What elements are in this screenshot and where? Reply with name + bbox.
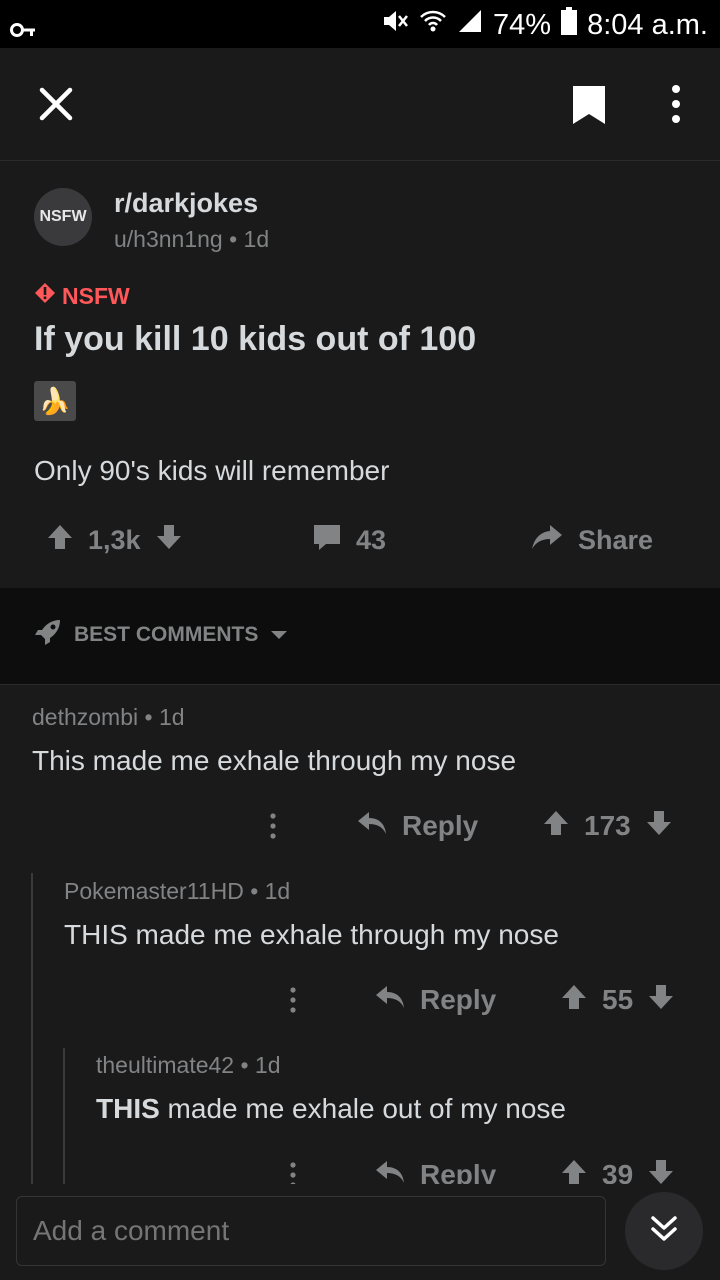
reply-icon bbox=[374, 1159, 406, 1185]
share-button[interactable]: Share bbox=[530, 515, 653, 565]
upvote-icon[interactable] bbox=[560, 983, 588, 1018]
comment: theultimate42 • 1d THIS made me exhale o… bbox=[96, 1052, 566, 1125]
share-label: Share bbox=[578, 524, 654, 555]
post-body: Only 90's kids will remember bbox=[34, 455, 390, 486]
close-icon[interactable] bbox=[36, 84, 76, 129]
subreddit-avatar[interactable]: NSFW bbox=[34, 188, 92, 246]
comment-composer-bar bbox=[0, 1184, 720, 1280]
rocket-icon bbox=[34, 618, 62, 652]
status-bar: 74% 8:04 a.m. bbox=[0, 0, 720, 48]
comment-body-rest: made me exhale out of my nose bbox=[159, 1093, 566, 1124]
downvote-icon[interactable] bbox=[645, 809, 673, 844]
more-options-icon[interactable] bbox=[666, 84, 686, 129]
comment-vote-count: 55 bbox=[602, 984, 634, 1015]
comment-actions: Reply 39 bbox=[0, 1150, 720, 1184]
post-actions: 1,3k 43 Share bbox=[0, 515, 720, 565]
warning-icon bbox=[34, 282, 56, 310]
comment-more-icon[interactable] bbox=[288, 1150, 298, 1184]
reply-icon bbox=[374, 984, 406, 1017]
comment-actions: Reply 173 bbox=[0, 801, 720, 851]
post-meta[interactable]: u/h3nn1ng • 1d bbox=[114, 226, 269, 253]
post-flair: 🍌 bbox=[34, 381, 76, 421]
comment-author[interactable]: dethzombi • 1d bbox=[32, 704, 516, 731]
comment-vote-count: 173 bbox=[584, 810, 631, 841]
mute-icon bbox=[381, 8, 409, 42]
double-chevron-down-icon bbox=[648, 1213, 680, 1250]
chevron-down-icon bbox=[270, 623, 288, 647]
comment: dethzombi • 1d This made me exhale throu… bbox=[32, 704, 516, 777]
nsfw-label: NSFW bbox=[62, 282, 130, 309]
battery-percent: 74% bbox=[493, 8, 552, 41]
share-icon bbox=[530, 523, 564, 558]
comment-icon bbox=[312, 523, 342, 558]
reply-button[interactable]: Reply bbox=[374, 1150, 496, 1184]
comment-actions: Reply 55 bbox=[0, 975, 720, 1025]
comment-sort-bar[interactable]: BEST COMMENTS bbox=[0, 588, 720, 685]
jump-down-button[interactable] bbox=[625, 1192, 703, 1270]
comment-body-emphasis: THIS bbox=[96, 1093, 160, 1124]
comments-button[interactable]: 43 bbox=[312, 515, 386, 565]
comment-vote-count: 39 bbox=[602, 1159, 634, 1184]
reply-label: Reply bbox=[420, 1159, 497, 1184]
upvote-icon[interactable] bbox=[46, 523, 74, 558]
sort-label: BEST COMMENTS bbox=[74, 623, 259, 646]
downvote-icon[interactable] bbox=[647, 983, 675, 1018]
vpn-key-icon bbox=[10, 14, 36, 47]
add-comment-input[interactable] bbox=[16, 1196, 606, 1266]
reply-button[interactable]: Reply bbox=[374, 975, 496, 1025]
comment-body: THIS made me exhale through my nose bbox=[64, 919, 559, 950]
clock: 8:04 a.m. bbox=[587, 8, 708, 41]
comment: Pokemaster11HD • 1d THIS made me exhale … bbox=[64, 878, 559, 951]
thread-line[interactable] bbox=[31, 873, 33, 1184]
wifi-icon bbox=[419, 8, 447, 42]
battery-icon bbox=[561, 7, 578, 43]
comment-body: THIS made me exhale out of my nose bbox=[96, 1093, 566, 1125]
reply-label: Reply bbox=[420, 984, 497, 1015]
downvote-icon[interactable] bbox=[155, 523, 183, 558]
upvote-icon[interactable] bbox=[542, 809, 570, 844]
downvote-icon[interactable] bbox=[647, 1158, 675, 1185]
post-title: If you kill 10 kids out of 100 bbox=[34, 320, 477, 358]
comment-more-icon[interactable] bbox=[268, 801, 278, 851]
post-vote-count: 1,3k bbox=[88, 524, 141, 555]
comment-body: This made me exhale through my nose bbox=[32, 745, 517, 776]
signal-icon bbox=[457, 8, 483, 42]
comment-author[interactable]: Pokemaster11HD • 1d bbox=[64, 878, 559, 905]
upvote-icon[interactable] bbox=[560, 1158, 588, 1185]
nsfw-tag: NSFW bbox=[34, 282, 130, 310]
subreddit-name[interactable]: r/darkjokes bbox=[114, 188, 258, 219]
top-bar bbox=[0, 48, 720, 161]
reply-button[interactable]: Reply bbox=[356, 801, 478, 851]
reply-label: Reply bbox=[402, 810, 479, 841]
bookmark-icon[interactable] bbox=[571, 84, 607, 131]
comment-more-icon[interactable] bbox=[288, 975, 298, 1025]
reply-icon bbox=[356, 810, 388, 843]
comment-count: 43 bbox=[356, 524, 387, 555]
comment-author[interactable]: theultimate42 • 1d bbox=[96, 1052, 566, 1079]
